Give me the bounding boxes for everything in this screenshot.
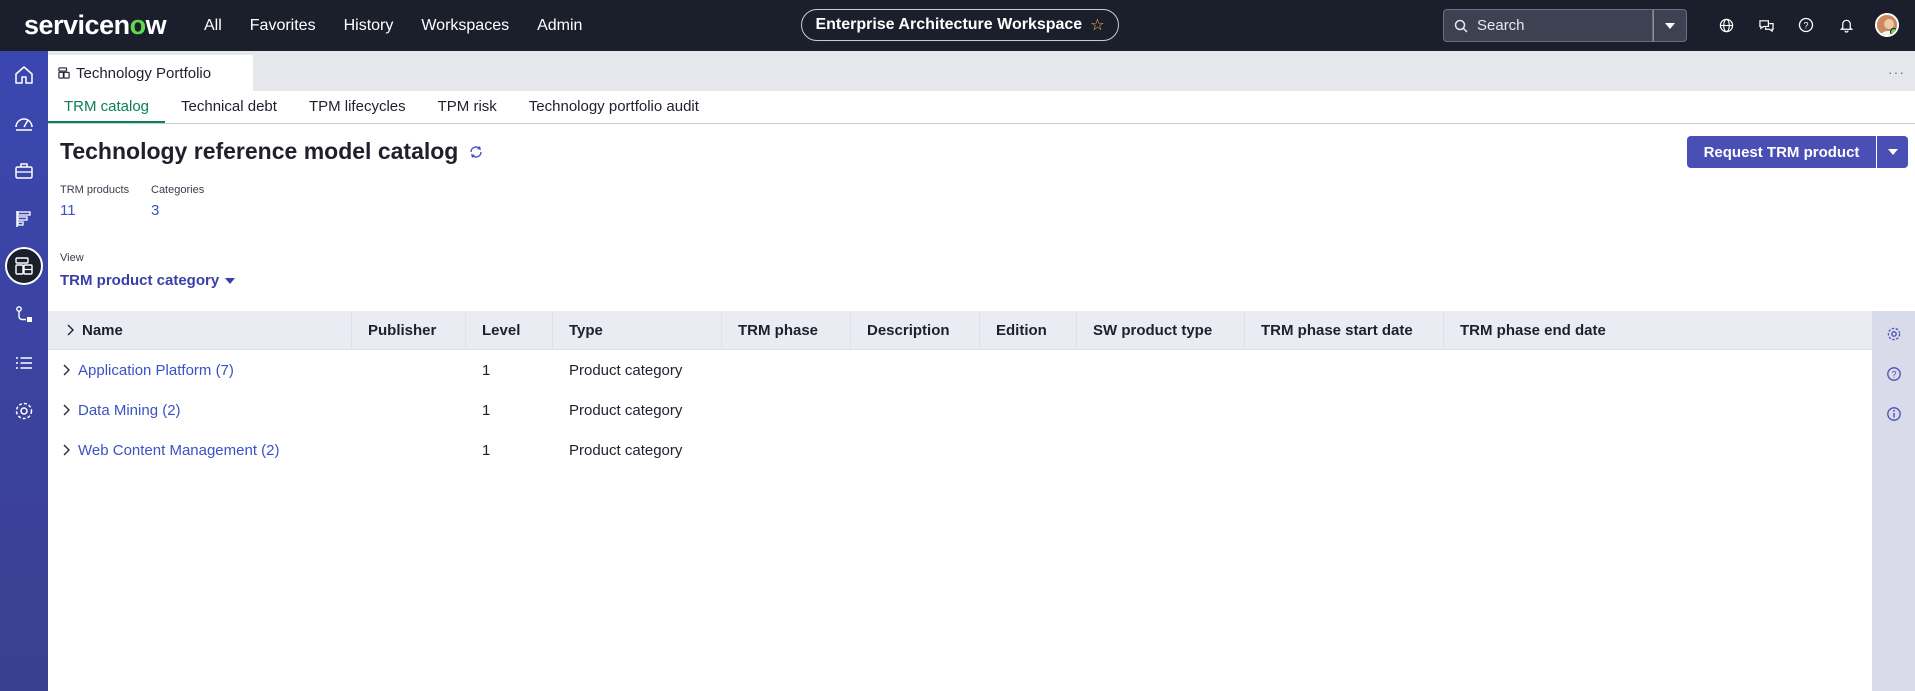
row-name-text: Data Mining (2) (78, 401, 181, 419)
trm-catalog-table: Name Publisher Level Type TRM phase Desc… (48, 310, 1872, 470)
nav-admin[interactable]: Admin (537, 17, 582, 35)
page-title-text: Technology reference model catalog (60, 138, 459, 164)
workspace-tab-strip: Technology Portfolio ··· (48, 51, 1915, 91)
online-status-dot (1890, 28, 1897, 35)
info-icon[interactable] (1884, 404, 1904, 424)
refresh-icon[interactable] (468, 144, 484, 160)
workspace-title: Enterprise Architecture Workspace (815, 16, 1083, 33)
expand-all-chevron-icon[interactable] (66, 324, 74, 336)
top-icons-group: ? (1706, 12, 1866, 38)
search-scope-dropdown[interactable] (1653, 9, 1687, 42)
home-icon[interactable] (6, 57, 42, 93)
request-options-dropdown[interactable] (1877, 136, 1908, 168)
help-icon[interactable]: ? (1786, 12, 1826, 38)
tab-technology-portfolio[interactable]: Technology Portfolio (48, 55, 253, 91)
stat-categories: Categories 3 (151, 184, 204, 219)
roadmap-icon[interactable] (6, 201, 42, 237)
main-nav: All Favorites History Workspaces Admin (204, 17, 610, 35)
global-search-input[interactable]: Search (1443, 9, 1653, 42)
globe-icon[interactable] (1706, 12, 1746, 38)
workspace-title-pill[interactable]: Enterprise Architecture Workspace ☆ (801, 9, 1119, 41)
column-header-edition[interactable]: Edition (980, 310, 1077, 350)
technology-portfolio-icon (58, 67, 70, 79)
sub-tab-bar: TRM catalog Technical debt TPM lifecycle… (48, 91, 1915, 124)
expand-row-chevron-icon[interactable] (62, 404, 70, 416)
tab-trm-catalog[interactable]: TRM catalog (48, 91, 166, 123)
cell-level: 1 (482, 441, 491, 459)
cell-level: 1 (482, 361, 491, 379)
stat-value-link[interactable]: 11 (60, 202, 129, 219)
table-header-row: Name Publisher Level Type TRM phase Desc… (48, 310, 1872, 350)
stat-label: Categories (151, 184, 205, 196)
tab-tpm-lifecycles[interactable]: TPM lifecycles (293, 91, 422, 123)
cell-level: 1 (482, 401, 491, 419)
cell-type: Product category (569, 441, 683, 459)
column-header-trm-phase-end-date[interactable]: TRM phase end date (1444, 311, 1872, 350)
nav-favorites[interactable]: Favorites (250, 17, 316, 35)
column-header-sw-product-type[interactable]: SW product type (1077, 310, 1245, 350)
more-options-icon[interactable]: ··· (1888, 64, 1905, 80)
column-header-publisher[interactable]: Publisher (352, 310, 466, 350)
briefcase-icon[interactable] (6, 153, 42, 189)
column-header-level[interactable]: Level (466, 310, 553, 350)
stat-label: TRM products (60, 184, 130, 196)
chevron-down-icon (1665, 22, 1675, 29)
flow-icon[interactable] (6, 297, 42, 333)
list-icon[interactable] (6, 345, 42, 381)
cell-publisher (352, 350, 466, 390)
svg-text:?: ? (1891, 370, 1896, 380)
row-name-text: Web Content Management (2) (78, 441, 280, 459)
stat-value-link[interactable]: 3 (151, 202, 204, 219)
tab-technology-portfolio-audit[interactable]: Technology portfolio audit (513, 91, 715, 123)
dashboard-icon[interactable] (6, 105, 42, 141)
search-placeholder: Search (1477, 17, 1525, 34)
table-row[interactable]: Application Platform (7) 1 Product categ… (48, 350, 1872, 390)
row-name-text: Application Platform (7) (78, 361, 234, 379)
technology-portfolio-icon[interactable] (5, 247, 43, 285)
tab-tpm-risk[interactable]: TPM risk (422, 91, 513, 123)
cell-type: Product category (569, 401, 683, 419)
search-icon (1454, 19, 1468, 33)
view-selector-value: TRM product category (60, 272, 220, 289)
table-row[interactable]: Data Mining (2) 1 Product category (48, 390, 1872, 430)
cell-publisher (352, 390, 466, 430)
tab-technical-debt[interactable]: Technical debt (165, 91, 293, 123)
view-label: View (60, 252, 84, 264)
caret-down-icon (225, 277, 236, 284)
page-title: Technology reference model catalog (60, 138, 484, 165)
settings-icon[interactable] (1884, 324, 1904, 344)
help-icon[interactable]: ? (1884, 364, 1904, 384)
column-header-trm-phase[interactable]: TRM phase (722, 310, 851, 350)
column-header-type[interactable]: Type (553, 310, 722, 350)
left-app-rail (0, 51, 48, 691)
nav-all[interactable]: All (204, 17, 222, 35)
row-name-link[interactable]: Data Mining (2) (48, 390, 352, 430)
column-label: Name (82, 321, 123, 339)
chat-icon[interactable] (1746, 12, 1786, 38)
settings-icon[interactable] (6, 393, 42, 429)
servicenow-logo[interactable]: servicenow (24, 10, 184, 41)
stat-trm-products: TRM products 11 (60, 184, 129, 219)
nav-workspaces[interactable]: Workspaces (421, 17, 509, 35)
svg-text:?: ? (1803, 21, 1808, 31)
right-context-rail: ? (1872, 311, 1915, 691)
expand-row-chevron-icon[interactable] (62, 364, 70, 376)
row-name-link[interactable]: Application Platform (7) (48, 350, 352, 390)
row-name-link[interactable]: Web Content Management (2) (48, 430, 352, 470)
request-trm-product-button[interactable]: Request TRM product (1687, 136, 1876, 168)
tab-label: Technology Portfolio (76, 64, 212, 82)
favorite-star-icon[interactable]: ☆ (1090, 15, 1104, 35)
column-header-description[interactable]: Description (851, 310, 980, 350)
view-selector[interactable]: TRM product category (60, 272, 236, 289)
table-row[interactable]: Web Content Management (2) 1 Product cat… (48, 430, 1872, 470)
cell-publisher (352, 430, 466, 470)
expand-row-chevron-icon[interactable] (62, 444, 70, 456)
bell-icon[interactable] (1826, 12, 1866, 38)
column-header-name[interactable]: Name (48, 310, 352, 350)
chevron-down-icon (1887, 149, 1898, 155)
column-header-trm-phase-start-date[interactable]: TRM phase start date (1245, 310, 1444, 350)
nav-history[interactable]: History (344, 17, 394, 35)
cell-type: Product category (569, 361, 683, 379)
user-avatar[interactable] (1875, 13, 1899, 37)
